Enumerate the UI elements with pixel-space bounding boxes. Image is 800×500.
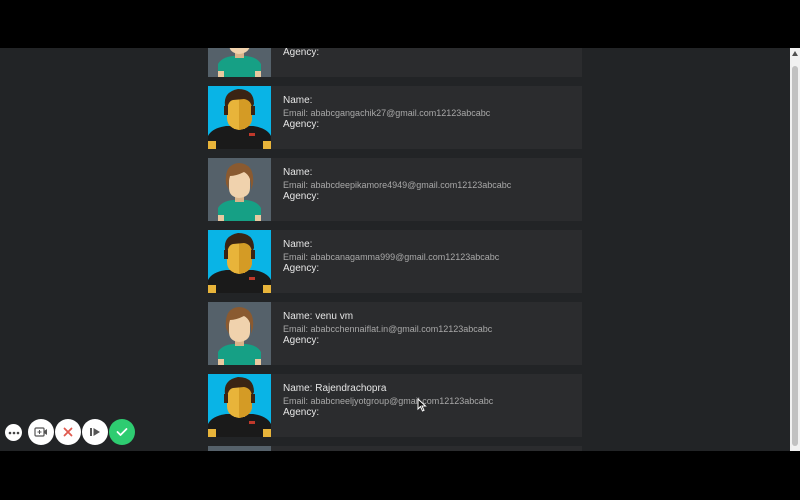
- user-card-3[interactable]: Name: Email: ababcdeepikamore4949@gmail.…: [208, 158, 582, 221]
- male-avatar: [208, 374, 271, 437]
- email-label: Email:: [283, 324, 309, 334]
- user-card-2[interactable]: Name: Email: ababcgangachik27@gmail.com1…: [208, 86, 582, 149]
- email-value: ababcneeljyotgroup@gmail.com12123abcabc: [308, 396, 494, 406]
- name-label: Name:: [283, 239, 313, 250]
- name-label: Name:: [283, 311, 313, 322]
- email-label: Email:: [283, 108, 309, 118]
- user-info: Name: Email: ababcanagamma999@gmail.com1…: [283, 239, 499, 275]
- close-button[interactable]: [55, 419, 81, 445]
- name-value: Rajendrachopra: [312, 383, 387, 394]
- letterbox-bottom: [0, 451, 800, 500]
- mouse-pointer-icon: [417, 398, 427, 412]
- female-avatar: [208, 302, 271, 365]
- agency-label: Agency:: [283, 263, 320, 274]
- male-avatar-icon: [208, 86, 271, 149]
- page-viewport: Name: Email: Agency: Name: Email: ababcg…: [0, 48, 800, 451]
- scroll-up-arrow-icon[interactable]: [792, 51, 798, 56]
- user-list: Name: Email: Agency: Name: Email: ababcg…: [208, 48, 582, 451]
- user-info: Name: Email: ababcdeepikamore4949@gmail.…: [283, 167, 511, 203]
- agency-line: Agency:: [283, 407, 493, 419]
- email-value: ababcdeepikamore4949@gmail.com12123abcab…: [308, 180, 512, 190]
- user-card-6[interactable]: Name: Rajendrachopra Email: ababcneeljyo…: [208, 374, 582, 437]
- vertical-scrollbar[interactable]: [790, 48, 800, 451]
- agency-label: Agency:: [283, 407, 320, 418]
- female-avatar-icon: [208, 158, 271, 221]
- email-value: ababcanagamma999@gmail.com12123abcabc: [308, 252, 500, 262]
- user-info: Name: Email: Agency:: [283, 48, 319, 59]
- email-label: Email:: [283, 396, 309, 406]
- name-line: Name: Rajendrachopra: [283, 383, 493, 395]
- male-avatar: [208, 230, 271, 293]
- check-button[interactable]: [109, 419, 135, 445]
- email-line: Email: ababcanagamma999@gmail.com12123ab…: [283, 251, 499, 263]
- camera-button[interactable]: [28, 419, 54, 445]
- email-line: Email: ababcdeepikamore4949@gmail.com121…: [283, 179, 511, 191]
- female-avatar: [208, 48, 271, 77]
- email-label: Email:: [283, 180, 309, 190]
- agency-label: Agency:: [283, 119, 320, 130]
- agency-line: Agency:: [283, 48, 319, 59]
- male-avatar-icon: [208, 230, 271, 293]
- female-avatar-icon: [208, 302, 271, 365]
- camera-icon: [34, 427, 48, 437]
- user-card-5[interactable]: Name: venu vm Email: ababcchennaiflat.in…: [208, 302, 582, 365]
- more-icon: [8, 431, 20, 435]
- skip-icon: [89, 427, 101, 437]
- name-line: Name:: [283, 167, 511, 179]
- user-info: Name: Email: ababcgangachik27@gmail.com1…: [283, 95, 490, 131]
- agency-label: Agency:: [283, 335, 320, 346]
- check-icon: [116, 427, 128, 437]
- more-button[interactable]: [5, 424, 22, 441]
- agency-line: Agency:: [283, 263, 499, 275]
- email-line: Email: ababcneeljyotgroup@gmail.com12123…: [283, 395, 493, 407]
- agency-line: Agency:: [283, 191, 511, 203]
- user-info: Name: venu vm Email: ababcchennaiflat.in…: [283, 311, 492, 347]
- user-info: Name: Rajendrachopra Email: ababcneeljyo…: [283, 383, 493, 419]
- name-label: Name:: [283, 167, 313, 178]
- female-avatar-icon: [208, 48, 271, 77]
- close-icon: [63, 427, 73, 437]
- user-card-4[interactable]: Name: Email: ababcanagamma999@gmail.com1…: [208, 230, 582, 293]
- name-label: Name:: [283, 383, 313, 394]
- name-line: Name: venu vm: [283, 311, 492, 323]
- agency-line: Agency:: [283, 335, 492, 347]
- email-line: Email: ababcchennaiflat.in@gmail.com1212…: [283, 323, 492, 335]
- agency-line: Agency:: [283, 119, 490, 131]
- email-line: Email: ababcgangachik27@gmail.com12123ab…: [283, 107, 490, 119]
- user-card-1[interactable]: Name: Email: Agency:: [208, 48, 582, 77]
- agency-label: Agency:: [283, 191, 320, 202]
- letterbox-top: [0, 0, 800, 48]
- email-label: Email:: [283, 252, 309, 262]
- name-line: Name:: [283, 95, 490, 107]
- male-avatar: [208, 86, 271, 149]
- name-label: Name:: [283, 95, 313, 106]
- female-avatar: [208, 158, 271, 221]
- name-value: venu vm: [312, 311, 354, 322]
- name-line: Name:: [283, 239, 499, 251]
- email-value: ababcgangachik27@gmail.com12123abcabc: [308, 108, 491, 118]
- skip-button[interactable]: [82, 419, 108, 445]
- scrollbar-thumb[interactable]: [792, 66, 798, 446]
- agency-label: Agency:: [283, 48, 320, 58]
- email-value: ababcchennaiflat.in@gmail.com12123abcabc: [308, 324, 493, 334]
- male-avatar-icon: [208, 374, 271, 437]
